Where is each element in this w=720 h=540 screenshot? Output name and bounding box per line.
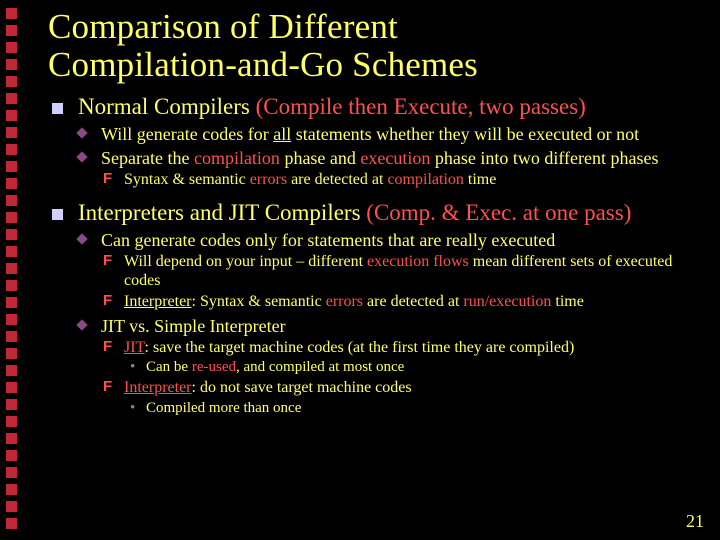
- text: Separate the: [101, 148, 194, 168]
- bullet-jit-vs-simple: JIT vs. Simple Interpreter: [48, 316, 702, 336]
- bullet-interpreter-errors: F Interpreter: Syntax & semantic errors …: [48, 293, 702, 311]
- text-kw: errors: [250, 171, 287, 188]
- text-paren: (Compile then Execute, two passes): [256, 94, 586, 119]
- text: Can be: [146, 359, 192, 375]
- text: , and compiled at most once: [236, 359, 404, 375]
- dot-icon: •: [130, 359, 135, 376]
- bullet-interpreters-jit: Interpreters and JIT Compilers (Comp. & …: [48, 200, 702, 226]
- text: time: [551, 293, 583, 310]
- bullet-compiled-multi: • Compiled more than once: [48, 400, 702, 417]
- text: time: [464, 171, 496, 188]
- text: are detected at: [363, 293, 463, 310]
- bullet-interpreter-nosave: F Interpreter: do not save target machin…: [48, 379, 702, 397]
- bullet-errors-compile-time: F Syntax & semantic errors are detected …: [48, 171, 702, 189]
- script-f-icon: F: [103, 292, 112, 309]
- text: Normal Compilers: [78, 94, 256, 119]
- decorative-sidebar: [6, 8, 26, 529]
- title-line-1: Comparison of Different: [48, 7, 398, 46]
- bullet-normal-compilers: Normal Compilers (Compile then Execute, …: [48, 94, 702, 120]
- text-paren: (Comp. & Exec. at one pass): [366, 200, 631, 225]
- text: : save the target machine codes (at the …: [145, 339, 575, 356]
- dot-icon: •: [130, 400, 135, 417]
- text-kw: execution flows: [367, 253, 469, 270]
- slide-title: Comparison of Different Compilation-and-…: [48, 8, 702, 84]
- slide-content: Comparison of Different Compilation-and-…: [48, 8, 702, 530]
- text: statements whether they will be executed…: [291, 124, 639, 144]
- script-f-icon: F: [103, 378, 112, 395]
- title-line-2: Compilation-and-Go Schemes: [48, 45, 478, 84]
- bullet-separate-phases: Separate the compilation phase and execu…: [48, 148, 702, 168]
- text: JIT vs. Simple Interpreter: [101, 316, 286, 336]
- text-underline: all: [273, 124, 291, 144]
- text: : Syntax & semantic: [192, 293, 326, 310]
- script-f-icon: F: [103, 338, 112, 355]
- bullet-only-executed: Can generate codes only for statements t…: [48, 230, 702, 250]
- text: : do not save target machine codes: [192, 379, 412, 396]
- text-kw: compilation: [387, 171, 463, 188]
- text-kw: compilation: [194, 148, 280, 168]
- bullet-jit-save: F JIT: save the target machine codes (at…: [48, 339, 702, 357]
- text: Can generate codes only for statements t…: [101, 230, 555, 250]
- script-f-icon: F: [103, 252, 112, 269]
- text: phase into two different phases: [430, 148, 658, 168]
- text-kw: re-used: [192, 359, 236, 375]
- text-kw: run/execution: [463, 293, 551, 310]
- text: Will depend on your input – different: [124, 253, 367, 270]
- text-kw: errors: [326, 293, 363, 310]
- text: Interpreters and JIT Compilers: [78, 200, 366, 225]
- text: Syntax & semantic: [124, 171, 250, 188]
- text: phase and: [280, 148, 360, 168]
- page-number: 21: [686, 511, 704, 532]
- text-kw-underline: Interpreter: [124, 379, 192, 396]
- bullet-execution-flows: F Will depend on your input – different …: [48, 253, 702, 290]
- text: Compiled more than once: [146, 400, 301, 416]
- script-f-icon: F: [103, 170, 112, 187]
- text-kw-underline: JIT: [124, 339, 145, 356]
- text: are detected at: [287, 171, 387, 188]
- bullet-reused: • Can be re-used, and compiled at most o…: [48, 359, 702, 376]
- text: Will generate codes for: [101, 124, 273, 144]
- text-underline: Interpreter: [124, 293, 192, 310]
- text-kw: execution: [360, 148, 430, 168]
- bullet-all-statements: Will generate codes for all statements w…: [48, 124, 702, 144]
